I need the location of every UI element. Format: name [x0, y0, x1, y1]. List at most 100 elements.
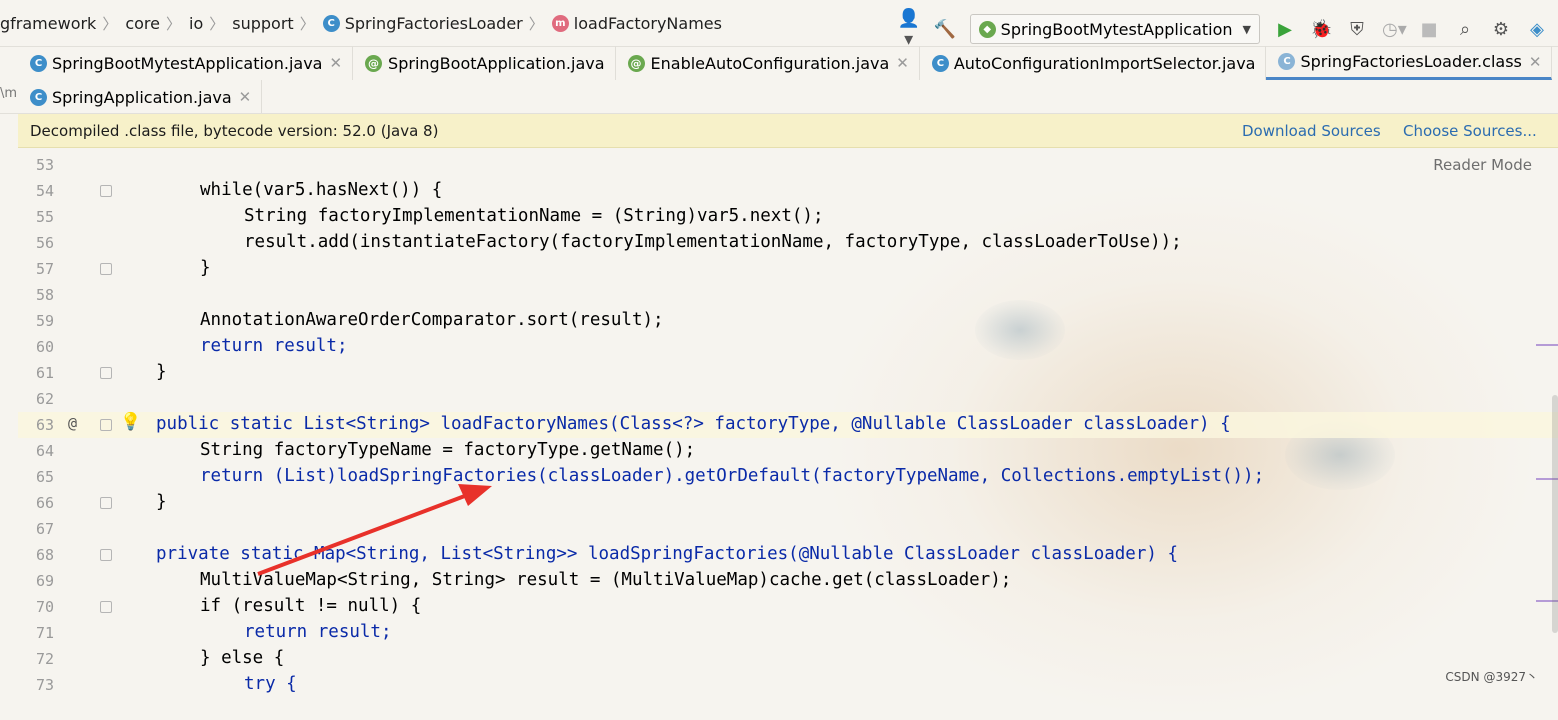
user-dropdown-icon[interactable]: 👤▾ — [898, 8, 920, 50]
code-line: 66 } — [18, 490, 1558, 516]
line-number: 72 — [35, 650, 54, 668]
editor-tabs-second-row: C SpringApplication.java ✕ — [18, 80, 263, 114]
profile-icon[interactable]: ◷▾ — [1382, 19, 1407, 40]
breadcrumb-item[interactable]: SpringFactoriesLoader — [345, 14, 523, 33]
code-line: 62 — [18, 386, 1558, 412]
run-configuration-select[interactable]: ◆ SpringBootMytestApplication ▼ — [969, 14, 1260, 44]
vertical-scrollbar[interactable] — [1552, 395, 1558, 633]
breadcrumb-item[interactable]: core — [125, 14, 160, 33]
close-icon[interactable]: ✕ — [239, 88, 252, 106]
close-icon[interactable]: ✕ — [896, 54, 909, 72]
code-text: } — [200, 258, 211, 278]
line-number: 58 — [35, 286, 54, 304]
code-line: 72 } else { — [18, 646, 1558, 672]
code-line: 68 private static Map<String, List<Strin… — [18, 542, 1558, 568]
code-text: MultiValueMap<String, String> result = (… — [200, 570, 1012, 590]
breadcrumb-item[interactable]: loadFactoryNames — [574, 14, 722, 33]
line-number: 59 — [35, 312, 54, 330]
close-icon[interactable]: ✕ — [1529, 53, 1542, 71]
close-icon[interactable]: ✕ — [329, 54, 342, 72]
annotation-icon: @ — [365, 54, 383, 72]
choose-sources-link[interactable]: Choose Sources... — [1403, 122, 1537, 140]
line-number: 73 — [35, 676, 54, 693]
stop-icon[interactable]: ■ — [1418, 19, 1440, 40]
fold-marker-icon[interactable] — [100, 263, 112, 275]
line-number: 55 — [35, 208, 54, 226]
code-text: } — [156, 492, 167, 512]
tab-springapplication[interactable]: C SpringApplication.java ✕ — [18, 80, 263, 114]
line-number: 68 — [35, 546, 54, 564]
fold-marker-icon[interactable] — [100, 497, 112, 509]
annotation-icon: @ — [627, 54, 645, 72]
lightbulb-icon[interactable]: 💡 — [120, 412, 141, 432]
fold-marker-icon[interactable] — [100, 185, 112, 197]
left-edge-label: \m — [0, 86, 18, 101]
method-icon: m — [551, 14, 569, 32]
fold-marker-icon[interactable] — [100, 549, 112, 561]
fold-marker-icon[interactable] — [100, 419, 112, 431]
class-icon: C — [30, 88, 47, 106]
breadcrumb-item[interactable]: io — [189, 14, 203, 33]
tab-label: SpringApplication.java — [52, 87, 232, 107]
tab-springbootapplication[interactable]: @ SpringBootApplication.java — [353, 46, 616, 80]
build-hammer-icon[interactable]: 🔨 — [934, 19, 956, 40]
tab-springfactoriesloader[interactable]: C SpringFactoriesLoader.class ✕ — [1266, 46, 1553, 80]
override-marker-icon[interactable]: @ — [68, 414, 77, 432]
code-line: 57 } — [18, 256, 1558, 282]
code-line: 70 if (result != null) { — [18, 594, 1558, 620]
line-number: 56 — [35, 234, 54, 252]
line-number: 67 — [35, 520, 54, 538]
code-line-current: 63 @ 💡 public static List<String> loadFa… — [18, 412, 1558, 438]
fold-marker-icon[interactable] — [100, 601, 112, 613]
debug-icon[interactable]: 🐞 — [1310, 19, 1332, 40]
breadcrumb: gframework 〉 core 〉 io 〉 support 〉 C SpringFa… — [0, 13, 722, 34]
line-number: 54 — [35, 182, 54, 200]
code-line: 58 — [18, 282, 1558, 308]
chevron-right-icon: 〉 — [299, 14, 315, 33]
code-text: String factoryImplementationName = (Stri… — [244, 206, 824, 226]
tab-springbootmytestapplication[interactable]: C SpringBootMytestApplication.java ✕ — [18, 46, 354, 80]
line-number: 63 — [35, 416, 54, 434]
tab-enableautoconfiguration[interactable]: @ EnableAutoConfiguration.java ✕ — [616, 46, 920, 80]
ide-logo-icon[interactable]: ◈ — [1526, 19, 1548, 40]
code-line: 69 MultiValueMap<String, String> result … — [18, 568, 1558, 594]
line-number: 60 — [35, 338, 54, 356]
chevron-right-icon: 〉 — [102, 14, 118, 33]
line-number: 57 — [35, 260, 54, 278]
chevron-right-icon: 〉 — [528, 14, 544, 33]
breadcrumb-item[interactable]: gframework — [0, 14, 96, 33]
line-number: 62 — [35, 390, 54, 408]
code-text: return (List)loadSpringFactories(classLo… — [200, 466, 1265, 486]
code-line: 67 — [18, 516, 1558, 542]
line-number: 53 — [35, 156, 54, 174]
code-editor[interactable]: 53 54 while(var5.hasNext()) { 55 String … — [18, 150, 1558, 693]
code-text: AnnotationAwareOrderComparator.sort(resu… — [200, 310, 664, 330]
coverage-icon[interactable]: ⛨ — [1346, 19, 1368, 40]
code-line: 73 try { — [18, 672, 1558, 693]
gear-icon[interactable]: ⚙ — [1490, 19, 1512, 40]
line-number: 69 — [35, 572, 54, 590]
code-text: } else { — [200, 648, 285, 668]
code-text: private static Map<String, List<String>>… — [156, 544, 1178, 564]
tab-label: SpringFactoriesLoader.class — [1300, 52, 1522, 71]
line-number: 71 — [35, 624, 54, 642]
tab-autoconfigurationimportselector[interactable]: C AutoConfigurationImportSelector.java — [920, 46, 1267, 80]
scroll-marker[interactable] — [1536, 344, 1558, 346]
code-line: 59 AnnotationAwareOrderComparator.sort(r… — [18, 308, 1558, 334]
code-text: return result; — [200, 336, 348, 356]
tab-label: SpringBootMytestApplication.java — [52, 53, 323, 73]
tab-label: SpringBootApplication.java — [388, 53, 605, 73]
code-text: public static List<String> loadFactoryNa… — [156, 414, 1231, 434]
decompiled-notice-banner: Decompiled .class file, bytecode version… — [18, 114, 1558, 148]
code-text: if (result != null) { — [200, 596, 422, 616]
run-icon[interactable]: ▶ — [1274, 19, 1296, 40]
fold-marker-icon[interactable] — [100, 367, 112, 379]
search-icon[interactable]: ⌕ — [1454, 19, 1476, 40]
breadcrumb-item[interactable]: support — [232, 14, 293, 33]
download-sources-link[interactable]: Download Sources — [1242, 122, 1381, 140]
code-text: try { — [244, 674, 297, 693]
watermark: CSDN @3927丶 — [1445, 670, 1538, 684]
class-icon: C — [1278, 53, 1296, 70]
code-line: 53 — [18, 152, 1558, 178]
code-line: 54 while(var5.hasNext()) { — [18, 178, 1558, 204]
